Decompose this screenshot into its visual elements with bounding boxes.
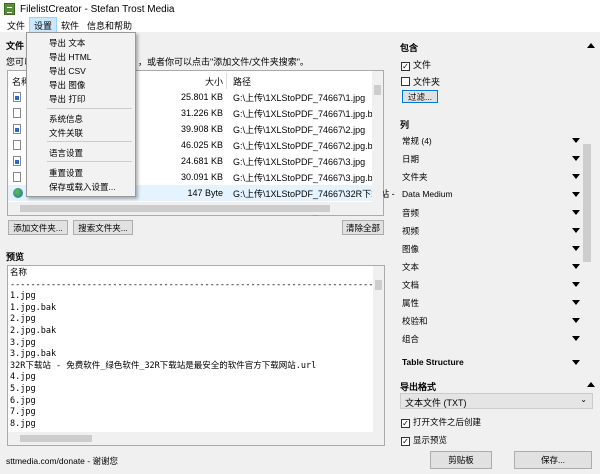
menu-item[interactable]: 文件关联 <box>49 127 83 139</box>
file-path: G:\上传\1XLStoPDF_74667\2.jpg <box>233 124 366 135</box>
app-icon <box>4 3 15 15</box>
file-size: 25.801 KB <box>180 92 223 102</box>
file-path: G:\上传\1XLStoPDF_74667\3.jpg.bak <box>233 172 383 183</box>
include-folders-checkbox[interactable]: 文件夹 <box>401 75 440 88</box>
image-file-icon <box>13 92 21 102</box>
include-files-checkbox[interactable]: ✓ 文件 <box>401 58 431 71</box>
file-size: 30.091 KB <box>180 172 223 182</box>
expand-icon[interactable] <box>572 318 580 323</box>
preview-textarea[interactable]: 名称 -------------------------------------… <box>7 265 385 446</box>
menu-item[interactable]: 语言设置 <box>49 147 83 159</box>
blank-file-icon <box>13 108 21 118</box>
horizontal-scrollbar[interactable] <box>8 202 383 215</box>
preview-text: 名称 -------------------------------------… <box>10 268 384 429</box>
files-hint: ，或者你可以点击"添加文件/文件夹搜索"。 <box>138 57 309 67</box>
file-size: 31.226 KB <box>180 108 223 118</box>
image-file-icon <box>13 156 21 166</box>
preview-heading: 预览 <box>6 252 25 262</box>
file-size: 46.025 KB <box>180 140 223 150</box>
columns-heading: 列 <box>400 120 410 130</box>
files-heading: 文件 <box>6 41 25 51</box>
preview-horizontal-scrollbar[interactable] <box>8 432 384 445</box>
donate-link[interactable]: sttmedia.com/donate - 谢谢您 <box>6 455 118 467</box>
file-path: G:\上传\1XLStoPDF_74667\2.jpg.bak <box>233 140 383 151</box>
expand-icon[interactable] <box>572 336 580 341</box>
window-title: FilelistCreator - Stefan Trost Media <box>20 3 175 15</box>
expand-icon[interactable] <box>572 210 580 215</box>
clipboard-button[interactable]: 剪贴板 <box>430 451 492 469</box>
collapse-export-icon[interactable] <box>587 382 595 387</box>
menu-software[interactable]: 软件 <box>57 18 83 33</box>
column-group-item[interactable]: Data Medium <box>402 189 453 199</box>
menu-separator <box>47 161 132 162</box>
menu-help[interactable]: 信息和帮助 <box>83 18 136 33</box>
column-path[interactable]: 路径 <box>233 75 251 88</box>
column-group-item[interactable]: 组合 <box>402 333 419 345</box>
menu-separator <box>47 108 132 109</box>
save-button[interactable]: 保存... <box>514 451 592 469</box>
column-group-item[interactable]: 文本 <box>402 261 419 273</box>
menu-item[interactable]: 导出 打印 <box>49 93 85 105</box>
expand-icon[interactable] <box>572 174 580 179</box>
search-folder-button[interactable]: 搜索文件夹... <box>73 220 133 235</box>
column-group-item[interactable]: 文件夹 <box>402 171 428 183</box>
title-bar: FilelistCreator - Stefan Trost Media <box>0 0 600 18</box>
expand-icon[interactable] <box>572 264 580 269</box>
file-path: G:\上传\1XLStoPDF_74667\32R下载站 - <box>233 188 395 199</box>
column-size[interactable]: 大小 <box>205 75 223 88</box>
file-size: 39.908 KB <box>180 124 223 134</box>
image-file-icon <box>13 124 21 134</box>
columns-scrollbar[interactable] <box>582 134 592 370</box>
expand-icon[interactable] <box>572 228 580 233</box>
column-group-item[interactable]: 属性 <box>402 297 419 309</box>
chevron-down-icon: ⌄ <box>580 395 587 404</box>
menu-item[interactable]: 导出 图像 <box>49 79 85 91</box>
column-group-item[interactable]: 图像 <box>402 243 419 255</box>
expand-icon[interactable] <box>572 300 580 305</box>
file-path: G:\上传\1XLStoPDF_74667\1.jpg <box>233 92 366 103</box>
settings-menu: 导出 文本导出 HTML 导出 CSV 导出 图像导出 打印系统信息文件关联语言设置… <box>26 32 136 197</box>
file-path: G:\上传\1XLStoPDF_74667\1.jpg.bak <box>233 108 383 119</box>
preview-vertical-scrollbar[interactable] <box>373 266 384 433</box>
filter-button[interactable]: 过滤... <box>402 90 438 103</box>
menu-settings[interactable]: 设置 <box>29 16 58 34</box>
column-group-item[interactable]: 校验和 <box>402 315 428 327</box>
open-after-checkbox[interactable]: ✓ 打开文件之后创建 <box>401 416 481 428</box>
url-file-icon <box>13 188 23 198</box>
table-structure[interactable]: Table Structure <box>402 357 464 367</box>
menu-bar: 文件 设置 软件 信息和帮助 <box>0 16 600 34</box>
include-heading: 包含 <box>400 43 419 53</box>
collapse-include-icon[interactable] <box>587 43 595 48</box>
add-folder-button[interactable]: 添加文件夹... <box>8 220 68 235</box>
column-group-item[interactable]: 音频 <box>402 207 419 219</box>
expand-icon[interactable] <box>572 192 580 197</box>
expand-icon[interactable] <box>572 156 580 161</box>
table-structure-expand-icon[interactable] <box>572 360 580 365</box>
menu-item[interactable]: 导出 HTML <box>49 51 92 63</box>
menu-item[interactable]: 重置设置 <box>49 167 83 179</box>
expand-icon[interactable] <box>572 138 580 143</box>
column-group-item[interactable]: 常规 (4) <box>402 135 432 147</box>
menu-item[interactable]: 导出 文本 <box>49 37 85 49</box>
menu-file[interactable]: 文件 <box>3 18 29 33</box>
blank-file-icon <box>13 140 21 150</box>
menu-item[interactable]: 系统信息 <box>49 113 83 125</box>
column-group-item[interactable]: 日期 <box>402 153 419 165</box>
expand-icon[interactable] <box>572 282 580 287</box>
column-group-item[interactable]: 文档 <box>402 279 419 291</box>
show-preview-checkbox[interactable]: ✓ 显示预览 <box>401 434 447 446</box>
clear-all-button[interactable]: 清除全部 <box>342 220 384 235</box>
file-size: 147 Byte <box>187 188 223 198</box>
vertical-scrollbar[interactable] <box>372 71 383 202</box>
column-group-item[interactable]: 视频 <box>402 225 419 237</box>
file-path: G:\上传\1XLStoPDF_74667\3.jpg <box>233 156 366 167</box>
blank-file-icon <box>13 172 21 182</box>
menu-item[interactable]: 保存或载入设置... <box>49 181 116 193</box>
file-size: 24.681 KB <box>180 156 223 166</box>
menu-separator <box>47 141 132 142</box>
export-heading: 导出格式 <box>400 382 437 392</box>
export-format-select[interactable]: 文本文件 (TXT) ⌄ <box>400 393 593 409</box>
menu-item[interactable]: 导出 CSV <box>49 65 86 77</box>
expand-icon[interactable] <box>572 246 580 251</box>
